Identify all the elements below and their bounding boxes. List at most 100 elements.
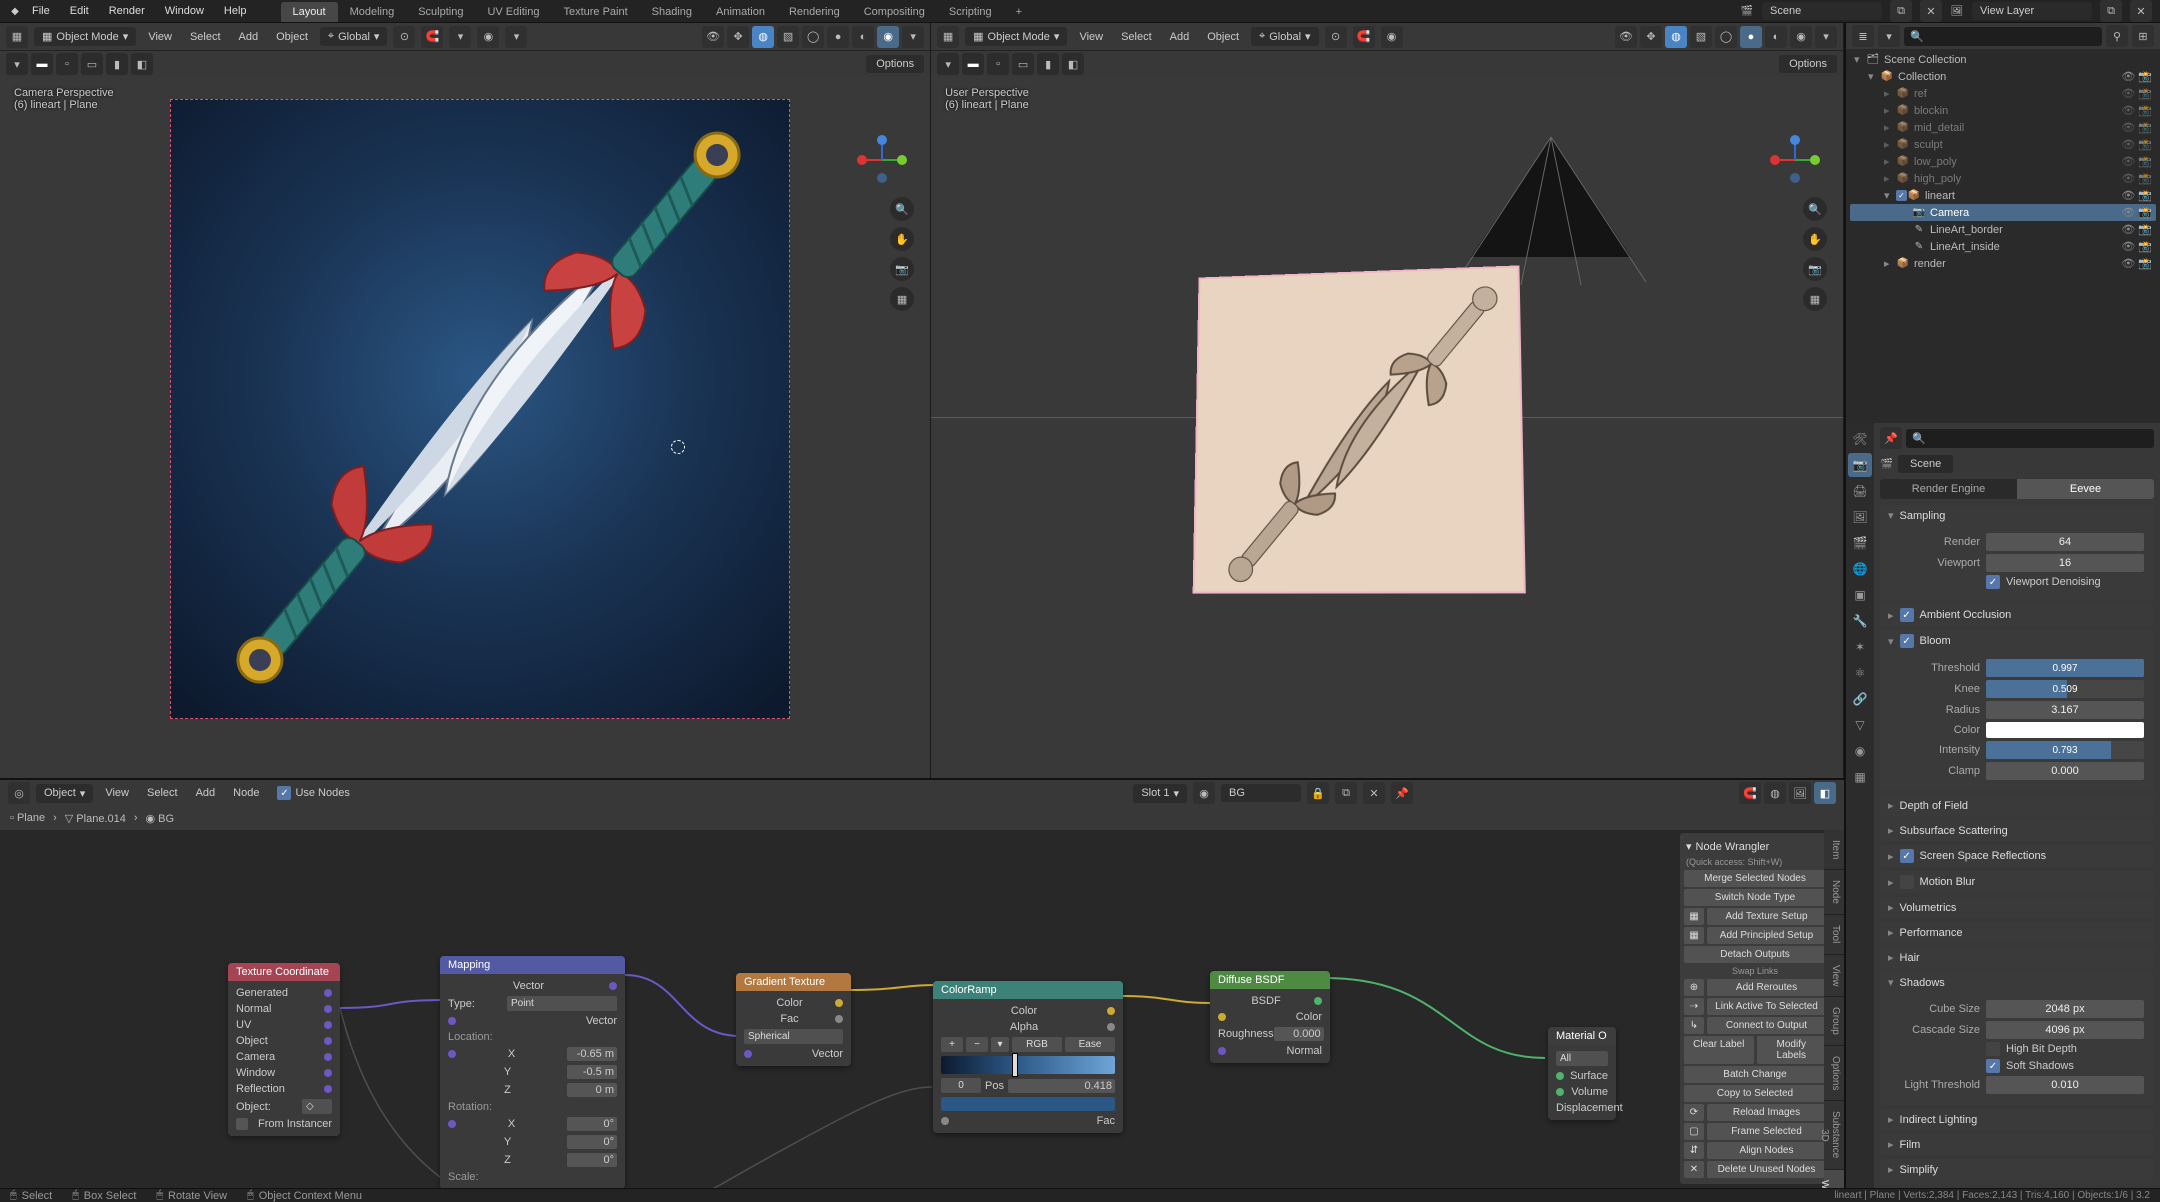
bloom-threshold[interactable]: 0.997 — [1986, 659, 2144, 677]
shadow-soft[interactable]: ✓ — [1986, 1059, 2000, 1073]
viewport-left[interactable]: ▦ ▦Object Mode▾ View Select Add Object ⌖… — [0, 23, 931, 778]
panel-volumetrics[interactable]: ▸Volumetrics — [1880, 897, 2154, 918]
pt-data[interactable]: ▽ — [1848, 713, 1872, 737]
snap-icon[interactable]: 🧲 — [1353, 26, 1375, 48]
outliner-mode-icon[interactable]: ▾ — [1878, 25, 1900, 47]
nw-delete-unused[interactable]: Delete Unused Nodes — [1707, 1161, 1826, 1178]
nw-link-icon[interactable]: ⇢ — [1684, 998, 1704, 1015]
nw-title[interactable]: ▾Node Wrangler — [1684, 837, 1826, 856]
viewlayer-del-icon[interactable]: ✕ — [2130, 0, 2152, 22]
editor-type-icon[interactable]: ▦ — [6, 26, 28, 48]
panel-ssr[interactable]: ▸✓Screen Space Reflections — [1880, 845, 2154, 867]
tree-row-collection[interactable]: ▾📦Collection👁📸 — [1850, 68, 2156, 85]
tree-root[interactable]: ▾🗂Scene Collection — [1850, 51, 2156, 68]
tree-row-lineart_inside[interactable]: ✎LineArt_inside👁📸 — [1850, 238, 2156, 255]
sel-extra-icon[interactable]: ◧ — [1062, 53, 1084, 75]
ramp-add[interactable]: + — [941, 1037, 963, 1052]
overlay-toggle-icon[interactable]: ◍ — [752, 26, 774, 48]
pt-world[interactable]: 🌐 — [1848, 557, 1872, 581]
mapping-z[interactable] — [567, 1083, 617, 1097]
panel-bloom[interactable]: ▾✓Bloom — [1880, 630, 2154, 652]
mapping-x[interactable] — [567, 1047, 617, 1061]
panel-ao[interactable]: ▸✓Ambient Occlusion — [1880, 604, 2154, 626]
shading-rendered-icon[interactable]: ◉ — [1790, 26, 1812, 48]
zoom-icon[interactable]: 🔍 — [1803, 197, 1827, 221]
shading-rendered-icon[interactable]: ◉ — [877, 26, 899, 48]
nw-detach[interactable]: Detach Outputs — [1684, 946, 1826, 963]
xray-icon[interactable]: ▧ — [777, 26, 799, 48]
pt-physics[interactable]: ⚛ — [1848, 661, 1872, 685]
options-button[interactable]: Options — [866, 55, 924, 73]
nw-modify-labels[interactable]: Modify Labels — [1757, 1036, 1827, 1064]
tree-row-high_poly[interactable]: ▸📦high_poly👁📸 — [1850, 170, 2156, 187]
scene-del-icon[interactable]: ✕ — [1920, 0, 1942, 22]
pan-icon[interactable]: ✋ — [890, 227, 914, 251]
tab-rendering[interactable]: Rendering — [777, 2, 852, 22]
nw-link[interactable]: Link Active To Selected — [1707, 998, 1826, 1015]
nw-clear-label[interactable]: Clear Label — [1684, 1036, 1754, 1064]
persp-toggle-icon[interactable]: ▦ — [890, 287, 914, 311]
tree-row-lineart[interactable]: ▾✓📦lineart👁📸 — [1850, 187, 2156, 204]
eye-icon[interactable]: 👁 — [2121, 138, 2135, 151]
proportional-icon[interactable]: ◉ — [1381, 26, 1403, 48]
sampling-viewport[interactable]: 16 — [1986, 554, 2144, 572]
ramp-color-swatch[interactable] — [941, 1097, 1115, 1111]
mode-dropdown[interactable]: ▦Object Mode▾ — [965, 27, 1067, 46]
pt-particle[interactable]: ✶ — [1848, 635, 1872, 659]
shadow-lightthr[interactable]: 0.010 — [1986, 1076, 2144, 1094]
panel-film[interactable]: ▸Film — [1880, 1134, 2154, 1155]
eye-icon[interactable]: 👁 — [2121, 223, 2135, 236]
eye-icon[interactable]: 👁 — [2121, 70, 2135, 83]
sel-edge-icon[interactable]: ▭ — [1012, 53, 1034, 75]
viewlayer-field[interactable]: View Layer — [1972, 2, 2092, 20]
nw-del-icon[interactable]: ✕ — [1684, 1161, 1704, 1178]
render-icon[interactable]: 📸 — [2138, 189, 2152, 202]
gizmo-icon[interactable]: ✥ — [1640, 26, 1662, 48]
nw-tex[interactable]: Add Texture Setup — [1707, 908, 1826, 925]
ramp-stop-idx[interactable]: 0 — [941, 1078, 981, 1093]
render-icon[interactable]: 📸 — [2138, 257, 2152, 270]
camera-view-icon[interactable]: 📷 — [1803, 257, 1827, 281]
nw-frame-icon[interactable]: ▢ — [1684, 1123, 1704, 1140]
ramp-menu[interactable]: ▾ — [991, 1037, 1009, 1052]
bloom-clamp[interactable]: 0.000 — [1986, 762, 2144, 780]
menu-edit[interactable]: Edit — [60, 1, 99, 21]
snap-icon[interactable]: 🧲 — [421, 26, 443, 48]
pt-output[interactable]: 🖨 — [1848, 479, 1872, 503]
vp-menu-object[interactable]: Object — [270, 29, 314, 45]
eye-icon[interactable]: 👁 — [2121, 121, 2135, 134]
outliner-new-icon[interactable]: ⊞ — [2132, 25, 2154, 47]
bloom-knee[interactable]: 0.509 — [1986, 680, 2144, 698]
sel-face-icon[interactable]: ▮ — [106, 53, 128, 75]
render-icon[interactable]: 📸 — [2138, 172, 2152, 185]
shadow-cube[interactable]: 2048 px — [1986, 1000, 2144, 1018]
select-mode-icon[interactable]: ▾ — [6, 53, 28, 75]
shading-matprev-icon[interactable]: ◐ — [1765, 26, 1787, 48]
render-icon[interactable]: 📸 — [2138, 121, 2152, 134]
tab-modeling[interactable]: Modeling — [338, 2, 407, 22]
tab-compositing[interactable]: Compositing — [852, 2, 937, 22]
node-material-output[interactable]: Material O All Surface Volume Displaceme… — [1548, 1027, 1616, 1120]
tab-scripting[interactable]: Scripting — [937, 2, 1004, 22]
pt-constraint[interactable]: 🔗 — [1848, 687, 1872, 711]
nw-copy[interactable]: Copy to Selected — [1684, 1085, 1826, 1102]
zoom-icon[interactable]: 🔍 — [890, 197, 914, 221]
menu-window[interactable]: Window — [155, 1, 214, 21]
scene-field[interactable]: Scene — [1762, 2, 1882, 20]
overlay-toggle-icon[interactable]: ◍ — [1665, 26, 1687, 48]
sel-vert-icon[interactable]: ▫ — [56, 53, 78, 75]
pt-material[interactable]: ◉ — [1848, 739, 1872, 763]
pivot-icon[interactable]: ⊙ — [393, 26, 415, 48]
mode-dropdown[interactable]: ▦Object Mode▾ — [34, 27, 136, 46]
nw-reload-icon[interactable]: ⟳ — [1684, 1104, 1704, 1121]
nw-conn-icon[interactable]: ↳ — [1684, 1017, 1704, 1034]
ne-tab-item[interactable]: Item — [1824, 830, 1844, 870]
nw-align-icon[interactable]: ⇵ — [1684, 1142, 1704, 1159]
render-engine-tabs[interactable]: Render Engine Eevee — [1880, 479, 2154, 499]
ramp-interp2[interactable]: Ease — [1065, 1037, 1115, 1052]
sel-sync-icon[interactable]: ▬ — [31, 53, 53, 75]
options-button[interactable]: Options — [1779, 55, 1837, 73]
props-search[interactable]: 🔍 — [1906, 429, 2154, 448]
persp-toggle-icon[interactable]: ▦ — [1803, 287, 1827, 311]
mapping-rx[interactable] — [567, 1117, 617, 1131]
